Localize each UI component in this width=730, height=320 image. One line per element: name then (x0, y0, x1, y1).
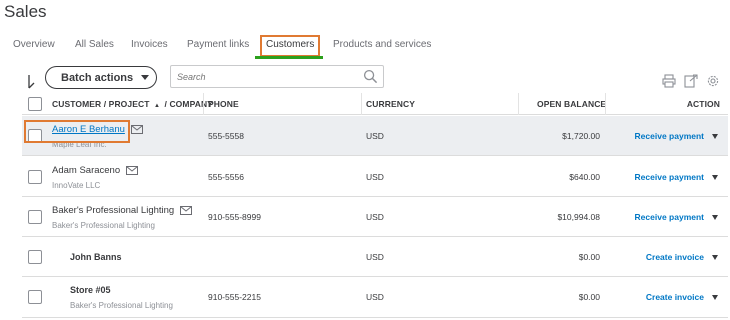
currency-cell: USD (366, 212, 384, 222)
open-balance-cell: $0.00 (578, 292, 600, 302)
receive-payment-link[interactable]: Receive payment (635, 172, 704, 182)
batch-actions-button[interactable]: Batch actions (45, 66, 157, 89)
open-balance-cell: $640.00 (569, 172, 600, 182)
email-icon[interactable] (130, 125, 143, 134)
column-divider (203, 93, 204, 115)
phone-cell: 555-5558 (208, 131, 244, 141)
column-header-currency[interactable]: CURRENCY (366, 99, 415, 109)
column-header-action: ACTION (686, 99, 720, 109)
chevron-down-icon[interactable] (712, 174, 718, 180)
column-header-open-balance[interactable]: OPEN BALANCE (537, 99, 606, 109)
search-icon[interactable] (363, 69, 378, 84)
row-checkbox[interactable] (28, 170, 42, 184)
table-row[interactable]: Baker's Professional Lighting Baker's Pr… (22, 197, 728, 237)
settings-icon[interactable] (706, 74, 720, 88)
customer-name-link[interactable]: John Banns (70, 252, 122, 262)
sort-icon[interactable] (28, 74, 38, 90)
tab-all-sales[interactable]: All Sales (75, 39, 114, 50)
tab-invoices[interactable]: Invoices (131, 39, 168, 50)
company-name: Baker's Professional Lighting (52, 221, 155, 230)
phone-cell: 910-555-2215 (208, 292, 261, 302)
phone-cell: 555-5556 (208, 172, 244, 182)
create-invoice-link[interactable]: Create invoice (646, 252, 704, 262)
company-header-label: / COMPANY (164, 99, 213, 109)
customer-name-link[interactable]: Store #05 (70, 285, 111, 295)
row-checkbox[interactable] (28, 210, 42, 224)
email-icon[interactable] (126, 166, 139, 175)
table-row[interactable]: John Banns USD $0.00 Create invoice (22, 237, 728, 277)
chevron-down-icon[interactable] (712, 133, 718, 139)
customer-header-label: CUSTOMER / PROJECT (52, 99, 150, 109)
column-header-phone[interactable]: PHONE (208, 99, 239, 109)
table-row[interactable]: Store #05 Baker's Professional Lighting … (22, 277, 728, 318)
company-name: InnoVate LLC (52, 181, 101, 190)
row-checkbox[interactable] (28, 290, 42, 304)
create-invoice-link[interactable]: Create invoice (646, 292, 704, 302)
page-title: Sales (4, 2, 47, 21)
tab-products-and-services[interactable]: Products and services (333, 39, 431, 50)
currency-cell: USD (366, 131, 384, 141)
column-header-customer[interactable]: CUSTOMER / PROJECT ▲ / COMPANY (52, 99, 213, 109)
column-divider (518, 93, 519, 115)
currency-cell: USD (366, 172, 384, 182)
chevron-down-icon[interactable] (712, 214, 718, 220)
active-tab-indicator (255, 56, 323, 59)
currency-cell: USD (366, 292, 384, 302)
chevron-down-icon (141, 75, 150, 80)
tab-overview[interactable]: Overview (13, 39, 55, 50)
table-header: CUSTOMER / PROJECT ▲ / COMPANY PHONE CUR… (22, 93, 728, 115)
row-action[interactable]: Receive payment (635, 172, 718, 182)
table-row[interactable]: Adam Saraceno InnoVate LLC 555-5556 USD … (22, 157, 728, 197)
customer-name[interactable]: Adam Saraceno (52, 165, 120, 176)
open-balance-cell: $10,994.08 (557, 212, 600, 222)
row-action[interactable]: Create invoice (646, 252, 718, 262)
tab-bar: Overview All Sales Invoices Payment link… (0, 36, 730, 60)
customer-name-link[interactable]: Baker's Professional Lighting (52, 205, 193, 216)
export-icon[interactable] (684, 74, 698, 88)
batch-actions-label: Batch actions (61, 71, 134, 84)
phone-cell: 910-555-8999 (208, 212, 261, 222)
chevron-down-icon[interactable] (712, 294, 718, 300)
row-action[interactable]: Receive payment (635, 212, 718, 222)
print-icon[interactable] (662, 74, 676, 88)
chevron-down-icon[interactable] (712, 254, 718, 260)
search-field[interactable] (170, 65, 384, 88)
customer-name[interactable]: Baker's Professional Lighting (52, 205, 174, 216)
row-action[interactable]: Create invoice (646, 292, 718, 302)
row-action[interactable]: Receive payment (635, 131, 718, 141)
column-divider (605, 93, 606, 115)
customer-highlight-box (24, 120, 130, 143)
open-balance-cell: $1,720.00 (562, 131, 600, 141)
receive-payment-link[interactable]: Receive payment (635, 212, 704, 222)
customer-name-link[interactable]: Adam Saraceno (52, 165, 139, 176)
open-balance-cell: $0.00 (578, 252, 600, 262)
tab-payment-links[interactable]: Payment links (187, 39, 249, 50)
currency-cell: USD (366, 252, 384, 262)
tab-highlight-box (260, 35, 320, 57)
customer-name[interactable]: John Banns (70, 252, 122, 262)
search-input[interactable] (171, 66, 351, 87)
column-divider (361, 93, 362, 115)
row-checkbox[interactable] (28, 250, 42, 264)
customer-name[interactable]: Store #05 (70, 285, 111, 295)
email-icon[interactable] (180, 206, 193, 215)
sort-ascending-icon: ▲ (154, 103, 161, 109)
company-name: Baker's Professional Lighting (70, 301, 173, 310)
select-all-checkbox[interactable] (28, 97, 42, 111)
receive-payment-link[interactable]: Receive payment (635, 131, 704, 141)
